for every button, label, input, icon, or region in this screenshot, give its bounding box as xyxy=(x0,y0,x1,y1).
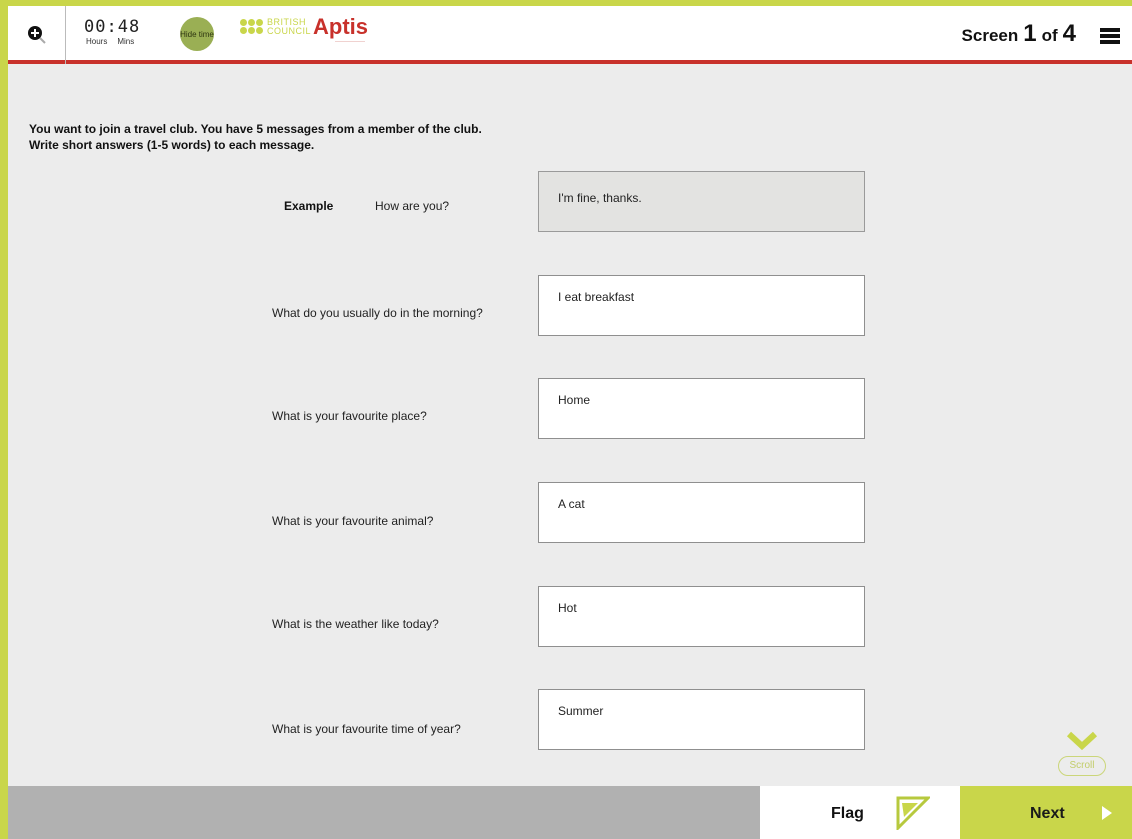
screen-current: 1 xyxy=(1023,20,1037,47)
question-row-4: What is the weather like today? xyxy=(8,586,1132,648)
question-row-3: What is your favourite animal? xyxy=(8,482,1132,544)
question-row-5: What is your favourite time of year? xyxy=(8,689,1132,751)
zoom-in-icon xyxy=(27,26,46,44)
example-label: Example xyxy=(284,199,334,213)
timer: 00:48 Hours Mins xyxy=(84,18,164,54)
answer-input-4[interactable] xyxy=(538,586,865,647)
instructions-line-2: Write short answers (1-5 words) to each … xyxy=(29,138,315,152)
answer-input-1[interactable] xyxy=(538,275,865,336)
aptis-logo-text: Aptis xyxy=(313,14,368,39)
header-bar: 00:48 Hours Mins Hide time BRITISH COUNC… xyxy=(8,6,1132,64)
example-answer: I'm fine, thanks. xyxy=(538,171,865,232)
question-row-2: What is your favourite place? xyxy=(8,378,1132,440)
question-label-3: What is your favourite animal? xyxy=(272,514,434,528)
scroll-indicator[interactable]: Scroll xyxy=(1058,726,1106,776)
next-label: Next xyxy=(1030,805,1065,822)
question-label-1: What do you usually do in the morning? xyxy=(272,306,483,320)
screen-separator: of xyxy=(1041,26,1058,45)
zoom-button[interactable] xyxy=(8,6,66,64)
answer-input-3[interactable] xyxy=(538,482,865,543)
example-question: How are you? xyxy=(375,199,450,213)
question-label-4: What is the weather like today? xyxy=(272,617,439,631)
next-button[interactable]: Next xyxy=(960,786,1132,839)
timer-mins-label: Mins xyxy=(117,37,135,46)
flag-label: Flag xyxy=(831,805,864,822)
british-council-text: BRITISH COUNCIL xyxy=(267,17,312,36)
flag-button[interactable]: Flag xyxy=(760,786,960,839)
instructions: You want to join a travel club. You have… xyxy=(29,121,482,153)
answer-input-2[interactable] xyxy=(538,378,865,439)
timer-hours-label: Hours xyxy=(86,37,108,46)
screen-indicator: Screen 1 of 4 xyxy=(962,20,1076,48)
question-label-5: What is your favourite time of year? xyxy=(272,722,461,736)
hide-time-button[interactable]: Hide time xyxy=(180,17,214,51)
example-row: Example How are you? I'm fine, thanks. xyxy=(8,171,1132,233)
flag-icon xyxy=(896,796,930,830)
question-grid-icon[interactable] xyxy=(1100,28,1120,44)
answer-input-5[interactable] xyxy=(538,689,865,750)
logo: BRITISH COUNCIL Aptis —————— xyxy=(240,15,368,55)
screen-prefix: Screen xyxy=(961,26,1019,45)
next-arrow-icon xyxy=(1102,806,1112,820)
footer-bar xyxy=(8,786,760,839)
scroll-chevron-icon xyxy=(1066,731,1098,751)
timer-value: 00:48 xyxy=(84,17,141,37)
instructions-line-1: You want to join a travel club. You have… xyxy=(29,122,482,136)
question-row-1: What do you usually do in the morning? xyxy=(8,275,1132,337)
app-frame: 00:48 Hours Mins Hide time BRITISH COUNC… xyxy=(8,6,1132,839)
screen-total: 4 xyxy=(1062,20,1076,47)
british-council-logo-icon xyxy=(240,19,263,34)
question-label-2: What is your favourite place? xyxy=(272,409,427,423)
scroll-label: Scroll xyxy=(1058,756,1106,776)
aptis-logo-sub: —————— xyxy=(335,39,365,45)
